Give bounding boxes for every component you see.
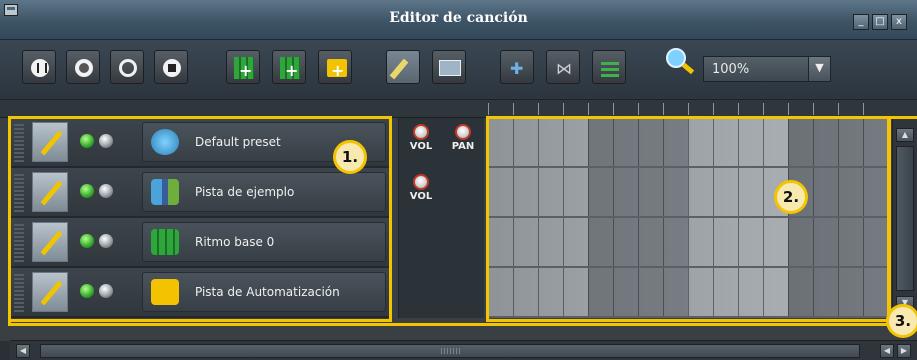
track-lane[interactable] [488, 218, 888, 266]
scroll-thumb[interactable] [896, 146, 914, 291]
pan-label: PAN [451, 141, 475, 152]
track-actions-button[interactable] [32, 122, 68, 162]
split-icon: ⋈ [556, 59, 572, 78]
annotation-badge-2: 2. [774, 180, 808, 214]
record-icon [75, 59, 93, 77]
align-icon [601, 59, 619, 77]
timeline-ruler[interactable] [0, 100, 917, 118]
track-lane[interactable] [488, 268, 888, 316]
track-actions-button[interactable] [32, 222, 68, 262]
volume-knob-icon [413, 124, 429, 140]
scroll-left-icon[interactable]: ◀ [16, 344, 30, 358]
record-button[interactable] [66, 50, 100, 84]
title-bar: Editor de canción _ □ x [0, 0, 917, 40]
drag-handle[interactable] [14, 124, 24, 162]
track-name: Pista de Automatización [195, 285, 340, 299]
zoom-magnifier-icon [666, 48, 696, 78]
annotation-box-bottom [8, 320, 892, 326]
close-button[interactable]: x [891, 14, 907, 30]
track-name-button[interactable]: Pista de Automatización [142, 272, 386, 312]
mute-button[interactable] [80, 234, 94, 248]
instrument-preset-icon [151, 129, 179, 155]
annotation-badge-1: 1. [333, 140, 367, 174]
scroll-right-icon[interactable]: ▶ [897, 344, 911, 358]
volume-knob[interactable]: VOL [401, 174, 441, 202]
track-lane[interactable] [488, 118, 888, 166]
solo-button[interactable] [99, 184, 113, 198]
record-while-playing-icon [119, 59, 137, 77]
track-row: Pista de Automatización [10, 268, 390, 318]
zoom-select[interactable]: 100% ▼ [703, 56, 831, 82]
track-list: Default preset Pista de ejemplo Ritmo ba… [10, 118, 390, 318]
draw-mode-icon [389, 58, 409, 80]
drag-handle[interactable] [14, 174, 24, 212]
zoom-value: 100% [712, 62, 750, 77]
draw-mode-button[interactable] [386, 50, 420, 84]
pause-icon [31, 59, 49, 77]
mute-button[interactable] [80, 284, 94, 298]
window-title: Editor de canción [389, 10, 528, 26]
automation-folder-icon [151, 279, 179, 305]
stop-icon [163, 59, 181, 77]
track-knobs: VOL PAN VOL [398, 118, 484, 318]
track-lane[interactable] [488, 168, 888, 216]
volume-label: VOL [409, 141, 433, 152]
align-button[interactable] [592, 50, 626, 84]
beat-bassline-icon [151, 229, 179, 255]
record-while-playing-button[interactable] [110, 50, 144, 84]
chevron-down-icon[interactable]: ▼ [808, 57, 830, 81]
track-name: Default preset [195, 135, 281, 149]
drag-handle[interactable] [14, 274, 24, 312]
stop-button[interactable] [154, 50, 188, 84]
mute-button[interactable] [80, 134, 94, 148]
add-button[interactable]: ✚ [500, 50, 534, 84]
scroll-up-icon[interactable]: ▲ [896, 128, 914, 142]
split-button[interactable]: ⋈ [546, 50, 580, 84]
vertical-scrollbar[interactable]: ▲ ▼ [892, 118, 917, 318]
pan-knob-icon [455, 124, 471, 140]
track-actions-button[interactable] [32, 172, 68, 212]
volume-knob-icon [413, 174, 429, 190]
minimize-button[interactable]: _ [853, 14, 869, 30]
ruler-ticks [488, 103, 888, 115]
drag-handle[interactable] [14, 224, 24, 262]
solo-button[interactable] [99, 234, 113, 248]
annotation-badge-3: 3. [886, 304, 917, 338]
track-name: Ritmo base 0 [195, 235, 275, 249]
volume-knob[interactable]: VOL [401, 124, 441, 152]
maximize-button[interactable]: □ [872, 14, 888, 30]
pattern-grid[interactable] [488, 118, 888, 318]
edit-mode-button[interactable] [432, 50, 466, 84]
pan-knob[interactable]: PAN [443, 124, 483, 152]
play-pause-button[interactable] [22, 50, 56, 84]
horizontal-scrollbar[interactable]: ◀ ◀ ▶ [0, 340, 917, 360]
knob-row: VOL [399, 168, 485, 218]
add-icon: ✚ [510, 59, 524, 78]
edit-mode-icon [439, 60, 461, 76]
scroll-thumb[interactable] [40, 344, 860, 358]
solo-button[interactable] [99, 284, 113, 298]
mute-button[interactable] [80, 184, 94, 198]
track-name: Pista de ejemplo [195, 185, 295, 199]
track-row: Pista de ejemplo [10, 168, 390, 218]
solo-button[interactable] [99, 134, 113, 148]
add-beat-bassline-button[interactable]: + [226, 50, 260, 84]
scroll-left-icon[interactable]: ◀ [880, 344, 894, 358]
track-actions-button[interactable] [32, 272, 68, 312]
track-name-button[interactable]: Ritmo base 0 [142, 222, 386, 262]
volume-label: VOL [409, 191, 433, 202]
sample-track-icon [151, 179, 179, 205]
add-automation-track-button[interactable]: + [318, 50, 352, 84]
add-sample-track-button[interactable]: + [272, 50, 306, 84]
knob-row: VOL PAN [399, 118, 485, 168]
track-row: Ritmo base 0 [10, 218, 390, 268]
track-name-button[interactable]: Pista de ejemplo [142, 172, 386, 212]
